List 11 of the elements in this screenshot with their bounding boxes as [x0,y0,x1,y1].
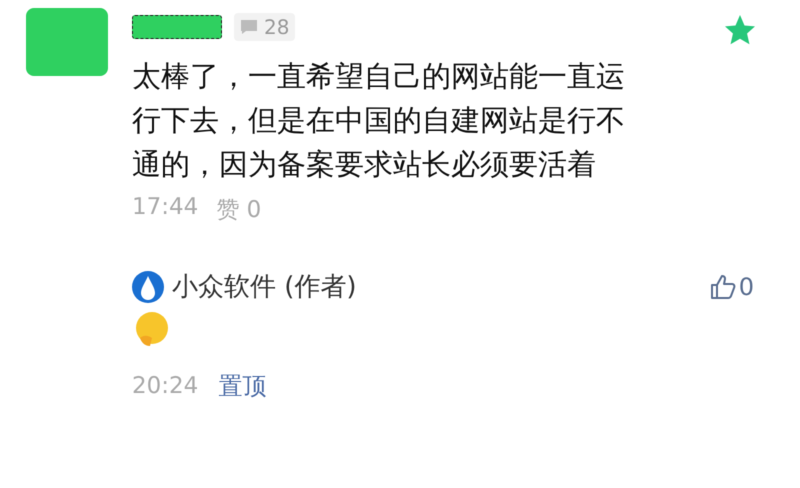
like-button[interactable]: 0 [708,272,754,300]
comment-time: 17:44 [132,194,198,222]
comment-icon [240,19,258,35]
pin-button[interactable]: 置顶 [218,370,266,402]
reply-count: 28 [234,13,296,41]
drop-icon [132,270,164,302]
thumbs-up-icon [708,272,737,300]
like-count: 赞 0 [216,196,262,225]
comment-text: 太棒了，一直希望自己的网站能一直运行下去，但是在中国的自建网站是行不通的，因为备案要求站长必须要活着 [132,58,626,183]
reply-time: 20:24 [132,373,198,399]
reply-author: 小众软件 (作者) [172,271,358,304]
